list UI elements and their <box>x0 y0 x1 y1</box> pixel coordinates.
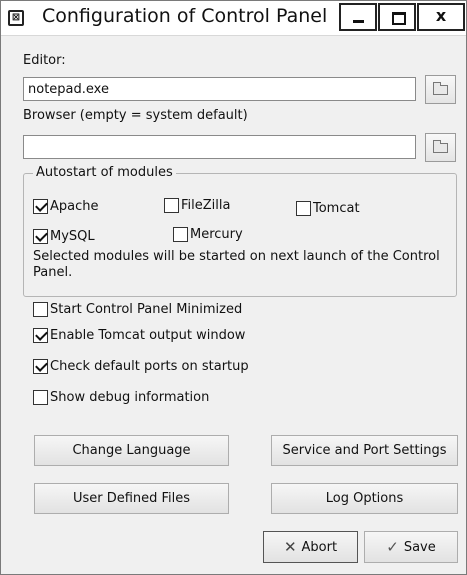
editor-label: Editor: <box>23 53 66 68</box>
service-port-settings-button[interactable]: Service and Port Settings <box>271 435 458 466</box>
close-button[interactable]: x <box>417 3 465 31</box>
maximize-button[interactable] <box>378 3 416 31</box>
start-minimized-label: Start Control Panel Minimized <box>50 302 243 317</box>
save-label: Save <box>403 539 436 555</box>
check-ports-checkbox-box[interactable] <box>33 359 48 374</box>
autostart-info-text: Selected modules will be started on next… <box>33 249 440 280</box>
filezilla-checkbox-box[interactable] <box>164 198 179 213</box>
mercury-label: Mercury <box>190 227 243 242</box>
tomcat-label: Tomcat <box>313 201 360 216</box>
window-title: Configuration of Control Panel <box>42 5 328 27</box>
debug-info-checkbox[interactable]: Show debug information <box>33 390 209 405</box>
abort-button[interactable]: ✕ Abort <box>263 531 358 563</box>
cross-icon: ✕ <box>283 537 297 556</box>
minimize-button[interactable] <box>339 3 377 31</box>
editor-input[interactable] <box>23 77 416 101</box>
start-minimized-checkbox[interactable]: Start Control Panel Minimized <box>33 302 242 317</box>
tomcat-output-checkbox[interactable]: Enable Tomcat output window <box>33 328 245 343</box>
abort-label: Abort <box>301 539 338 555</box>
debug-info-label: Show debug information <box>50 390 210 405</box>
tomcat-checkbox[interactable]: Tomcat <box>296 201 360 216</box>
checkmark-icon: ✓ <box>386 537 399 556</box>
change-language-button[interactable]: Change Language <box>34 435 229 466</box>
check-ports-checkbox[interactable]: Check default ports on startup <box>33 359 249 374</box>
mercury-checkbox[interactable]: Mercury <box>173 227 243 242</box>
tomcat-output-label: Enable Tomcat output window <box>50 328 246 343</box>
folder-icon <box>433 82 448 95</box>
title-bar: ⊠ Configuration of Control Panel x <box>1 1 466 36</box>
autostart-legend: Autostart of modules <box>33 165 176 180</box>
mysql-label: MySQL <box>50 229 95 244</box>
log-options-button[interactable]: Log Options <box>271 483 458 514</box>
tomcat-output-checkbox-box[interactable] <box>33 328 48 343</box>
browser-browse-button[interactable] <box>425 133 456 162</box>
folder-icon <box>433 140 448 153</box>
apache-label: Apache <box>50 199 99 214</box>
config-window: ⊠ Configuration of Control Panel x Edito… <box>0 0 467 575</box>
apache-checkbox-box[interactable] <box>33 199 48 214</box>
editor-browse-button[interactable] <box>425 75 456 104</box>
user-defined-files-button[interactable]: User Defined Files <box>34 483 229 514</box>
filezilla-checkbox[interactable]: FileZilla <box>164 198 230 213</box>
mercury-checkbox-box[interactable] <box>173 227 188 242</box>
check-ports-label: Check default ports on startup <box>50 359 249 374</box>
tomcat-checkbox-box[interactable] <box>296 201 311 216</box>
filezilla-label: FileZilla <box>181 198 231 213</box>
start-minimized-checkbox-box[interactable] <box>33 302 48 317</box>
browser-input[interactable] <box>23 135 416 159</box>
mysql-checkbox-box[interactable] <box>33 229 48 244</box>
mysql-checkbox[interactable]: MySQL <box>33 229 95 244</box>
save-button[interactable]: ✓ Save <box>364 531 458 563</box>
xampp-icon[interactable]: ⊠ <box>8 10 24 26</box>
apache-checkbox[interactable]: Apache <box>33 199 99 214</box>
debug-info-checkbox-box[interactable] <box>33 390 48 405</box>
browser-label: Browser (empty = system default) <box>23 108 248 123</box>
